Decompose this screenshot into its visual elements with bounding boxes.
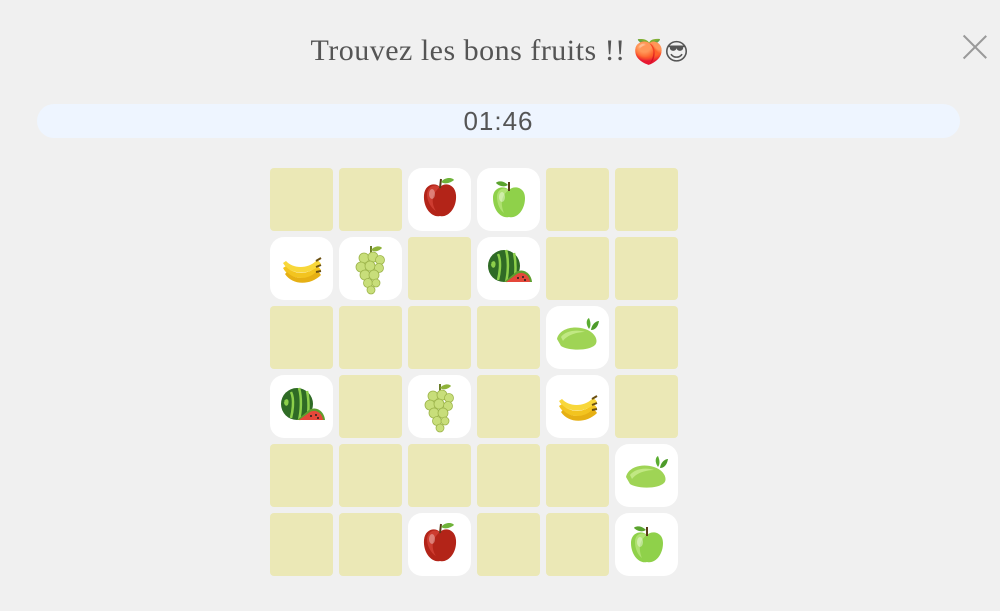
- watermelon-icon: [275, 380, 329, 434]
- lime-icon: [551, 311, 605, 365]
- tile-hidden[interactable]: [477, 444, 540, 507]
- tile-revealed[interactable]: [546, 375, 609, 438]
- tile-hidden[interactable]: [546, 237, 609, 300]
- tile-hidden[interactable]: [546, 444, 609, 507]
- banana-icon: [551, 380, 605, 434]
- grapes-icon: [344, 242, 398, 296]
- tile-revealed[interactable]: [408, 513, 471, 576]
- red-apple-icon: [413, 173, 467, 227]
- tile-hidden[interactable]: [408, 237, 471, 300]
- tile-hidden[interactable]: [339, 513, 402, 576]
- tile-hidden[interactable]: [270, 513, 333, 576]
- tile-revealed[interactable]: [615, 444, 678, 507]
- tile-hidden[interactable]: [339, 306, 402, 369]
- tile-hidden[interactable]: [408, 306, 471, 369]
- tile-hidden[interactable]: [615, 306, 678, 369]
- green-apple-icon: [482, 173, 536, 227]
- tile-hidden[interactable]: [615, 237, 678, 300]
- tile-revealed[interactable]: [270, 237, 333, 300]
- red-apple-icon: [413, 518, 467, 572]
- tile-hidden[interactable]: [339, 375, 402, 438]
- close-icon[interactable]: [961, 33, 989, 61]
- tile-hidden[interactable]: [339, 444, 402, 507]
- tile-hidden[interactable]: [270, 444, 333, 507]
- banana-icon: [275, 242, 329, 296]
- tile-hidden[interactable]: [615, 375, 678, 438]
- tile-hidden[interactable]: [615, 168, 678, 231]
- tile-revealed[interactable]: [477, 237, 540, 300]
- tile-revealed[interactable]: [408, 375, 471, 438]
- tile-hidden[interactable]: [477, 513, 540, 576]
- tile-hidden[interactable]: [477, 375, 540, 438]
- tile-revealed[interactable]: [270, 375, 333, 438]
- tile-revealed[interactable]: [477, 168, 540, 231]
- tile-revealed[interactable]: [615, 513, 678, 576]
- timer-display: 01:46: [37, 104, 960, 138]
- tile-revealed[interactable]: [408, 168, 471, 231]
- game-title: Trouvez les bons fruits !! 🍑😎: [0, 34, 1000, 68]
- peach-sunglasses-emoji-icon: 🍑😎: [633, 38, 690, 66]
- grapes-icon: [413, 380, 467, 434]
- lime-icon: [620, 449, 674, 503]
- tile-hidden[interactable]: [270, 168, 333, 231]
- tile-revealed[interactable]: [339, 237, 402, 300]
- tile-hidden[interactable]: [546, 513, 609, 576]
- title-text: Trouvez les bons fruits !!: [310, 34, 626, 67]
- tile-hidden[interactable]: [546, 168, 609, 231]
- tile-revealed[interactable]: [546, 306, 609, 369]
- watermelon-icon: [482, 242, 536, 296]
- tile-hidden[interactable]: [408, 444, 471, 507]
- tile-hidden[interactable]: [339, 168, 402, 231]
- game-grid: [270, 168, 678, 576]
- tile-hidden[interactable]: [477, 306, 540, 369]
- tile-hidden[interactable]: [270, 306, 333, 369]
- green-apple-icon: [620, 518, 674, 572]
